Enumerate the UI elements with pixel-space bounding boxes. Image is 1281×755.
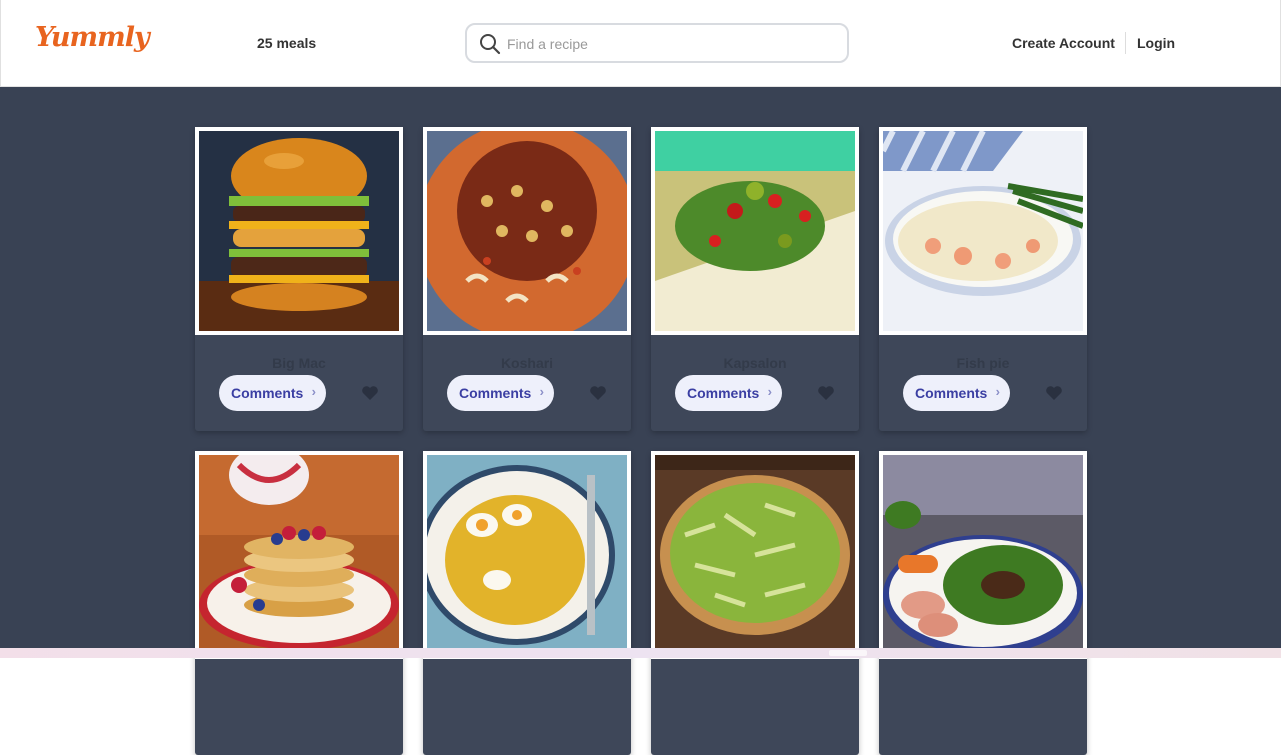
fish-pie-image	[883, 131, 1083, 331]
meal-image[interactable]	[879, 451, 1087, 659]
meal-name: Fish pie	[956, 355, 1010, 371]
comments-button[interactable]: Comments ›	[447, 375, 554, 411]
meal-name: Big Mac	[272, 355, 326, 371]
koshari-image	[427, 131, 627, 331]
meal-count: 25 meals	[257, 35, 317, 51]
meal-name: Koshari	[500, 355, 554, 371]
meal-card[interactable]	[195, 451, 403, 755]
meal-card[interactable]	[423, 451, 631, 755]
comments-button[interactable]: Comments ›	[219, 375, 326, 411]
scroll-handle	[829, 650, 867, 656]
heart-icon[interactable]	[361, 385, 379, 401]
meal-card[interactable]	[879, 451, 1087, 755]
meal-card[interactable]: Kapsalon Comments ›	[651, 127, 859, 431]
meal-card[interactable]: Fish pie Comments ›	[879, 127, 1087, 431]
pancakes-image	[199, 455, 399, 655]
meal-card[interactable]: Koshari Comments ›	[423, 127, 631, 431]
meal-card[interactable]	[651, 451, 859, 755]
heart-icon[interactable]	[589, 385, 607, 401]
stamppot-image	[883, 455, 1083, 655]
meal-image[interactable]	[195, 127, 403, 335]
meal-image[interactable]	[195, 451, 403, 659]
meals-grid: Big Mac Comments › Koshari Comments › Ka…	[0, 87, 1281, 755]
nav-divider	[1125, 32, 1126, 54]
top-header: Yummly 25 meals Create Account Login	[0, 0, 1281, 87]
search-box[interactable]	[465, 23, 849, 63]
meal-image[interactable]	[879, 127, 1087, 335]
meal-image[interactable]	[651, 451, 859, 659]
chevron-right-icon: ›	[767, 384, 772, 399]
meal-image[interactable]	[651, 127, 859, 335]
comments-button[interactable]: Comments ›	[675, 375, 782, 411]
quiche-image	[655, 455, 855, 655]
bottom-scroll-strip	[0, 648, 1281, 658]
yummly-logo[interactable]: Yummly	[35, 22, 150, 53]
login-link[interactable]: Login	[1137, 35, 1175, 51]
burger-image	[199, 131, 399, 331]
meal-name: Kapsalon	[723, 355, 787, 371]
meal-image[interactable]	[423, 127, 631, 335]
meal-card[interactable]: Big Mac Comments ›	[195, 127, 403, 431]
kedgeree-image	[427, 455, 627, 655]
search-input[interactable]	[507, 33, 827, 55]
heart-icon[interactable]	[1045, 385, 1063, 401]
create-account-link[interactable]: Create Account	[1012, 35, 1115, 51]
chevron-right-icon: ›	[311, 384, 316, 399]
comments-button[interactable]: Comments ›	[903, 375, 1010, 411]
kapsalon-image	[655, 131, 855, 331]
chevron-right-icon: ›	[539, 384, 544, 399]
meal-image[interactable]	[423, 451, 631, 659]
heart-icon[interactable]	[817, 385, 835, 401]
chevron-right-icon: ›	[995, 384, 1000, 399]
search-icon	[480, 34, 501, 55]
